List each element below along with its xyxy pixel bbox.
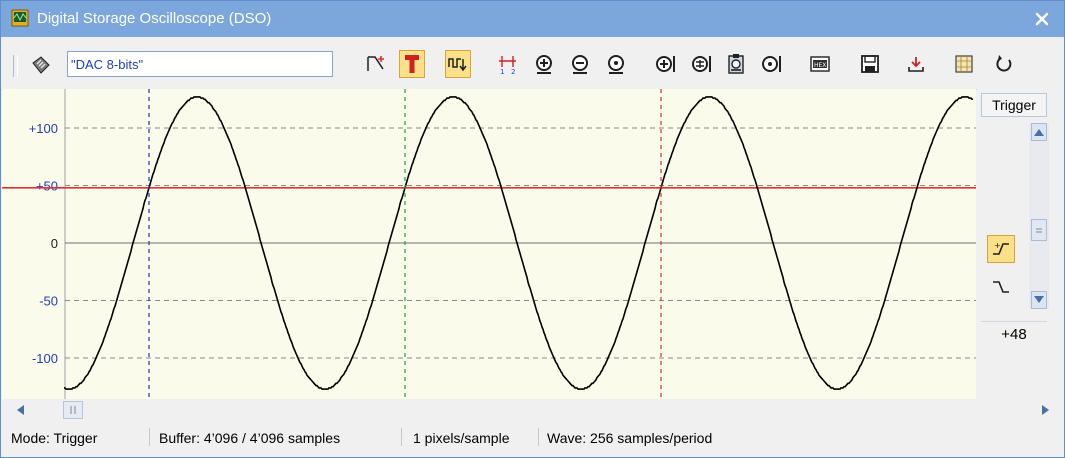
zoom-fit-button[interactable] [603, 50, 629, 78]
close-icon [1035, 12, 1049, 26]
title-bar[interactable]: Digital Storage Oscilloscope (DSO) [1, 1, 1064, 37]
svg-text:1: 1 [500, 68, 504, 75]
arrow-right-icon [1042, 405, 1049, 415]
oscilloscope-app-icon [11, 9, 29, 27]
zoom-in-icon [536, 55, 552, 74]
scroll-right-button[interactable] [1035, 401, 1055, 419]
status-bar: Mode: Trigger Buffer: 4’096 / 4’096 samp… [1, 421, 1064, 455]
horizontal-scrollbar[interactable] [11, 399, 1055, 419]
oscilloscope-window: Digital Storage Oscilloscope (DSO) "DAC … [0, 0, 1065, 458]
h-zoom-full-button[interactable] [689, 50, 715, 78]
cursor-measure-icon: 1 2 [499, 56, 516, 75]
save-icon [861, 55, 879, 73]
scroll-down-button[interactable] [1031, 291, 1047, 309]
grid-toggle-button[interactable] [951, 50, 977, 78]
toolbar-grip[interactable] [13, 55, 18, 77]
rising-edge-icon: + [993, 241, 1009, 255]
trigger-level-value: +48 [981, 321, 1047, 348]
hex-view-icon: HEX [810, 56, 830, 72]
zoom-in-button[interactable] [531, 50, 557, 78]
h-zoom-out-icon [762, 56, 781, 72]
signal-source-field[interactable]: "DAC 8-bits" [67, 51, 333, 77]
trigger-arm-icon [367, 56, 384, 71]
h-zoom-out-button[interactable] [759, 50, 785, 78]
status-mode: Mode: Trigger [11, 430, 98, 446]
status-buffer: Buffer: 4’096 / 4’096 samples [159, 430, 341, 446]
export-button[interactable] [903, 50, 929, 78]
svg-text:+: + [994, 241, 1001, 250]
thumb-grip-icon [70, 406, 76, 414]
trigger-mode-button[interactable] [399, 50, 425, 78]
status-resolution: 1 pixels/sample [413, 430, 510, 446]
trigger-panel: Trigger + +48 [977, 89, 1064, 399]
falling-edge-icon [993, 281, 1009, 293]
status-wave: Wave: 256 samples/period [547, 430, 713, 446]
trigger-arm-button[interactable] [363, 50, 389, 78]
refresh-button[interactable] [991, 50, 1017, 78]
y-tick-label: +50 [36, 179, 58, 194]
horizontal-scroll-thumb[interactable] [63, 401, 83, 419]
zoom-fit-icon [608, 55, 624, 74]
grid-toggle-icon [955, 55, 973, 73]
arrow-up-icon [1034, 129, 1044, 136]
scroll-up-button[interactable] [1031, 123, 1047, 141]
zoom-out-icon [572, 55, 588, 74]
h-zoom-in-button[interactable] [653, 50, 679, 78]
y-tick-label: 0 [51, 236, 58, 251]
window-title: Digital Storage Oscilloscope (DSO) [37, 10, 272, 27]
scroll-left-button[interactable] [11, 401, 31, 419]
oscilloscope-plot[interactable]: +100 +50 0 -50 -100 [2, 89, 976, 399]
clipboard-copy-icon [728, 54, 744, 74]
trigger-level-thumb[interactable] [1031, 219, 1047, 241]
arrow-left-icon [17, 405, 24, 415]
status-separator [538, 428, 539, 446]
y-tick-label: -50 [39, 294, 58, 309]
h-zoom-full-icon [692, 56, 711, 72]
trigger-label: Trigger [981, 93, 1047, 117]
y-tick-label: +100 [29, 121, 58, 136]
probe-icon [32, 56, 50, 74]
svg-text:2: 2 [511, 68, 515, 75]
trigger-level-scrollbar[interactable] [1029, 123, 1049, 309]
thumb-grip-icon [1036, 228, 1042, 233]
arrow-down-icon [1034, 296, 1044, 303]
close-button[interactable] [1020, 1, 1064, 37]
export-icon [908, 57, 924, 72]
y-tick-label: -100 [32, 351, 58, 366]
clipboard-copy-button[interactable] [723, 50, 749, 78]
save-button[interactable] [857, 50, 883, 78]
toolbar: "DAC 8-bits" 1 2 HEX [1, 37, 1064, 90]
falling-edge-button[interactable] [987, 273, 1015, 301]
refresh-icon [996, 55, 1012, 72]
trigger-mode-icon [405, 55, 419, 73]
hex-view-button[interactable]: HEX [807, 50, 833, 78]
single-shot-button[interactable] [445, 50, 471, 78]
waveform-canvas: +100 +50 0 -50 -100 [2, 89, 976, 399]
single-shot-icon [448, 58, 467, 72]
cursor-measure-button[interactable]: 1 2 [495, 50, 521, 78]
status-separator [401, 428, 402, 446]
h-zoom-in-icon [656, 56, 675, 72]
svg-text:HEX: HEX [814, 62, 826, 69]
rising-edge-button[interactable]: + [987, 235, 1015, 263]
zoom-out-button[interactable] [567, 50, 593, 78]
status-separator [149, 428, 150, 446]
